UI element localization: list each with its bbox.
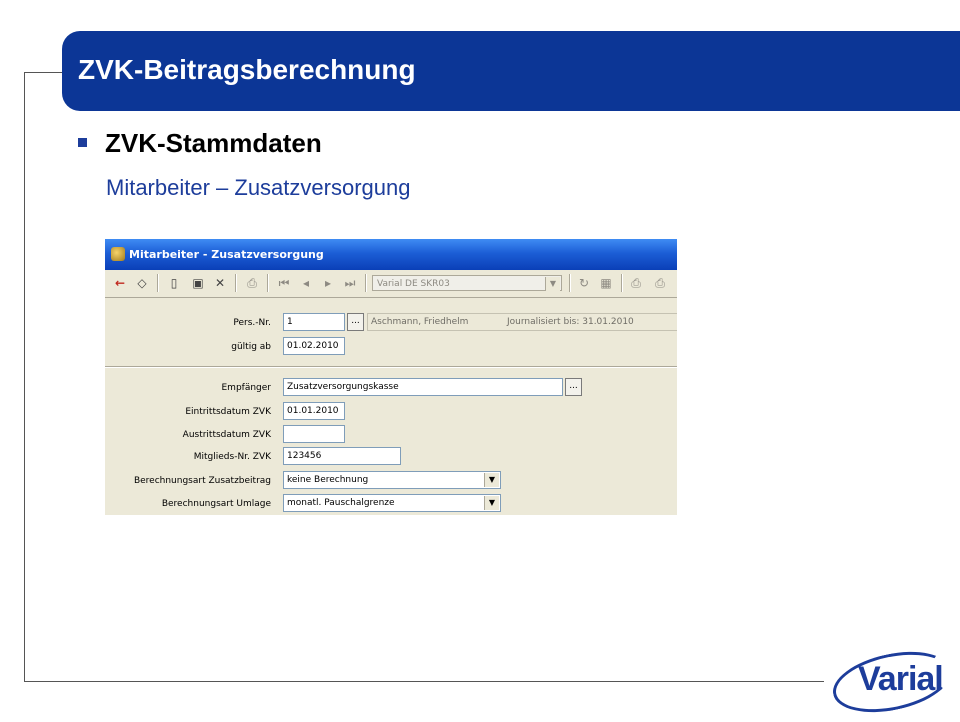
slide-title: ZVK-Beitragsberechnung (78, 54, 416, 85)
toolbar: ← ◇ ▯ ▣ ✕ ⎙ ⏮ ◂ ▸ ⏭ Varial DE SKR03 ▼ ↻ … (105, 270, 677, 298)
window-titlebar: Mitarbeiter - Zusatzversorgung (105, 239, 677, 270)
gueltig-ab-label: gültig ab (231, 342, 271, 352)
chevron-down-icon[interactable]: ▼ (484, 473, 499, 487)
delete-icon[interactable]: ✕ (211, 274, 229, 292)
app-icon (111, 247, 125, 261)
eintritt-field[interactable]: 01.01.2010 (283, 402, 345, 420)
slide-frame-bottom (24, 681, 824, 682)
employee-info-field: Aschmann, Friedhelm Journalisiert bis: 3… (367, 313, 677, 331)
employee-name: Aschmann, Friedhelm (371, 317, 469, 327)
eintritt-label: Eintrittsdatum ZVK (185, 407, 271, 417)
toolbar-separator (267, 274, 269, 292)
company-select[interactable]: Varial DE SKR03 ▼ (372, 275, 562, 291)
pers-nr-field[interactable]: 1 (283, 313, 345, 331)
previous-record-icon[interactable]: ◂ (297, 274, 315, 292)
toolbar-separator (621, 274, 623, 292)
first-record-icon[interactable]: ⏮ (275, 274, 293, 292)
varial-logo: Varial (858, 660, 944, 698)
company-select-value: Varial DE SKR03 (377, 279, 450, 289)
eraser-icon[interactable]: ◇ (133, 274, 151, 292)
pers-nr-lookup-button[interactable]: ... (347, 313, 364, 331)
chevron-down-icon[interactable]: ▼ (545, 277, 560, 291)
mitglieds-field[interactable]: 123456 (283, 447, 401, 465)
austritt-field[interactable] (283, 425, 345, 443)
print-icon[interactable]: ⎙ (243, 274, 261, 292)
berechnung-umlage-label: Berechnungsart Umlage (161, 499, 271, 509)
pers-nr-label: Pers.-Nr. (233, 318, 271, 328)
save-icon[interactable]: ▣ (189, 274, 207, 292)
slide-subheading: Mitarbeiter – Zusatzversorgung (106, 175, 411, 200)
toolbar-separator (365, 274, 367, 292)
print-setup-icon[interactable]: ⎙ (651, 274, 669, 292)
gueltig-ab-field[interactable]: 01.02.2010 (283, 337, 345, 355)
slide-heading: ZVK-Stammdaten (105, 128, 322, 158)
toolbar-separator (235, 274, 237, 292)
slide-frame-left (24, 72, 25, 682)
section-divider (105, 366, 677, 368)
berechnung-umlage-select[interactable]: monatl. Pauschalgrenze ▼ (283, 494, 501, 512)
toolbar-separator (569, 274, 571, 292)
mitglieds-label: Mitglieds-Nr. ZVK (193, 452, 271, 462)
print-preview-icon[interactable]: ⎙ (627, 274, 645, 292)
berechnung-zusatz-label: Berechnungsart Zusatzbeitrag (133, 476, 271, 486)
bullet-icon (78, 138, 87, 147)
app-window: Mitarbeiter - Zusatzversorgung ← ◇ ▯ ▣ ✕… (105, 239, 677, 515)
empfaenger-lookup-button[interactable]: ... (565, 378, 582, 396)
new-document-icon[interactable]: ▯ (165, 274, 183, 292)
back-arrow-icon[interactable]: ← (111, 274, 129, 292)
toolbar-separator (157, 274, 159, 292)
last-record-icon[interactable]: ⏭ (341, 274, 359, 292)
window-title: Mitarbeiter - Zusatzversorgung (129, 248, 324, 261)
journal-info: Journalisiert bis: 31.01.2010 (507, 317, 634, 327)
empfaenger-field[interactable]: Zusatzversorgungskasse (283, 378, 563, 396)
refresh-icon[interactable]: ↻ (575, 274, 593, 292)
berechnung-zusatz-value: keine Berechnung (287, 475, 369, 485)
berechnung-umlage-value: monatl. Pauschalgrenze (287, 498, 395, 508)
berechnung-zusatz-select[interactable]: keine Berechnung ▼ (283, 471, 501, 489)
chevron-down-icon[interactable]: ▼ (484, 496, 499, 510)
next-record-icon[interactable]: ▸ (319, 274, 337, 292)
slide-frame-top (24, 72, 64, 73)
grid-icon[interactable]: ▦ (597, 274, 615, 292)
austritt-label: Austrittsdatum ZVK (182, 430, 271, 440)
empfaenger-label: Empfänger (221, 383, 271, 393)
